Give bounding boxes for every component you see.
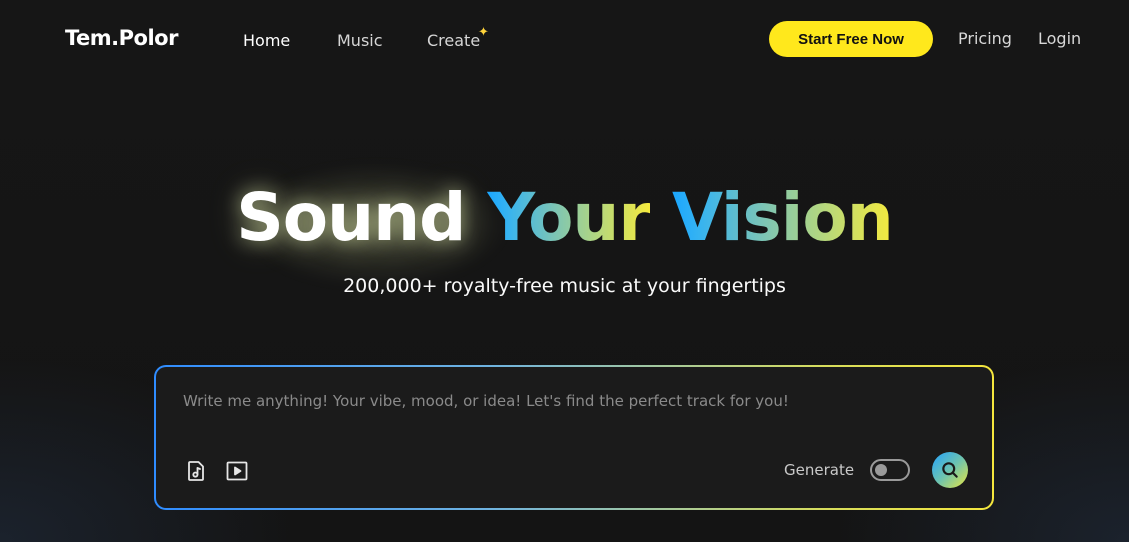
- hero-title-word-your: Your: [487, 179, 651, 256]
- prompt-box: Generate: [154, 365, 994, 510]
- generate-label: Generate: [784, 461, 855, 479]
- nav-music[interactable]: Music: [337, 31, 383, 50]
- generate-toggle[interactable]: [870, 459, 910, 481]
- prompt-box-inner: Generate: [156, 367, 992, 508]
- start-free-now-button[interactable]: Start Free Now: [769, 21, 933, 57]
- nav-pricing[interactable]: Pricing: [958, 29, 1012, 48]
- logo[interactable]: Tem.Polor: [65, 26, 178, 50]
- music-note-icon[interactable]: [184, 459, 208, 483]
- video-play-icon[interactable]: [225, 459, 249, 483]
- search-icon: [942, 462, 958, 478]
- page: Tem.Polor Home Music Create ✦ Start Free…: [0, 0, 1129, 542]
- search-button[interactable]: [932, 452, 968, 488]
- nav-login[interactable]: Login: [1038, 29, 1081, 48]
- hero-title-word-sound: Sound: [236, 179, 466, 256]
- hero-title-word-vision: Vision: [671, 179, 894, 256]
- hero-subtitle: 200,000+ royalty-free music at your fing…: [343, 275, 786, 297]
- prompt-input[interactable]: [183, 389, 963, 413]
- nav-home[interactable]: Home: [243, 31, 290, 50]
- nav-create[interactable]: Create: [427, 31, 480, 50]
- hero-title: Sound Your Vision: [0, 178, 1129, 258]
- sparkle-icon: ✦: [478, 25, 489, 40]
- toggle-knob: [875, 464, 887, 476]
